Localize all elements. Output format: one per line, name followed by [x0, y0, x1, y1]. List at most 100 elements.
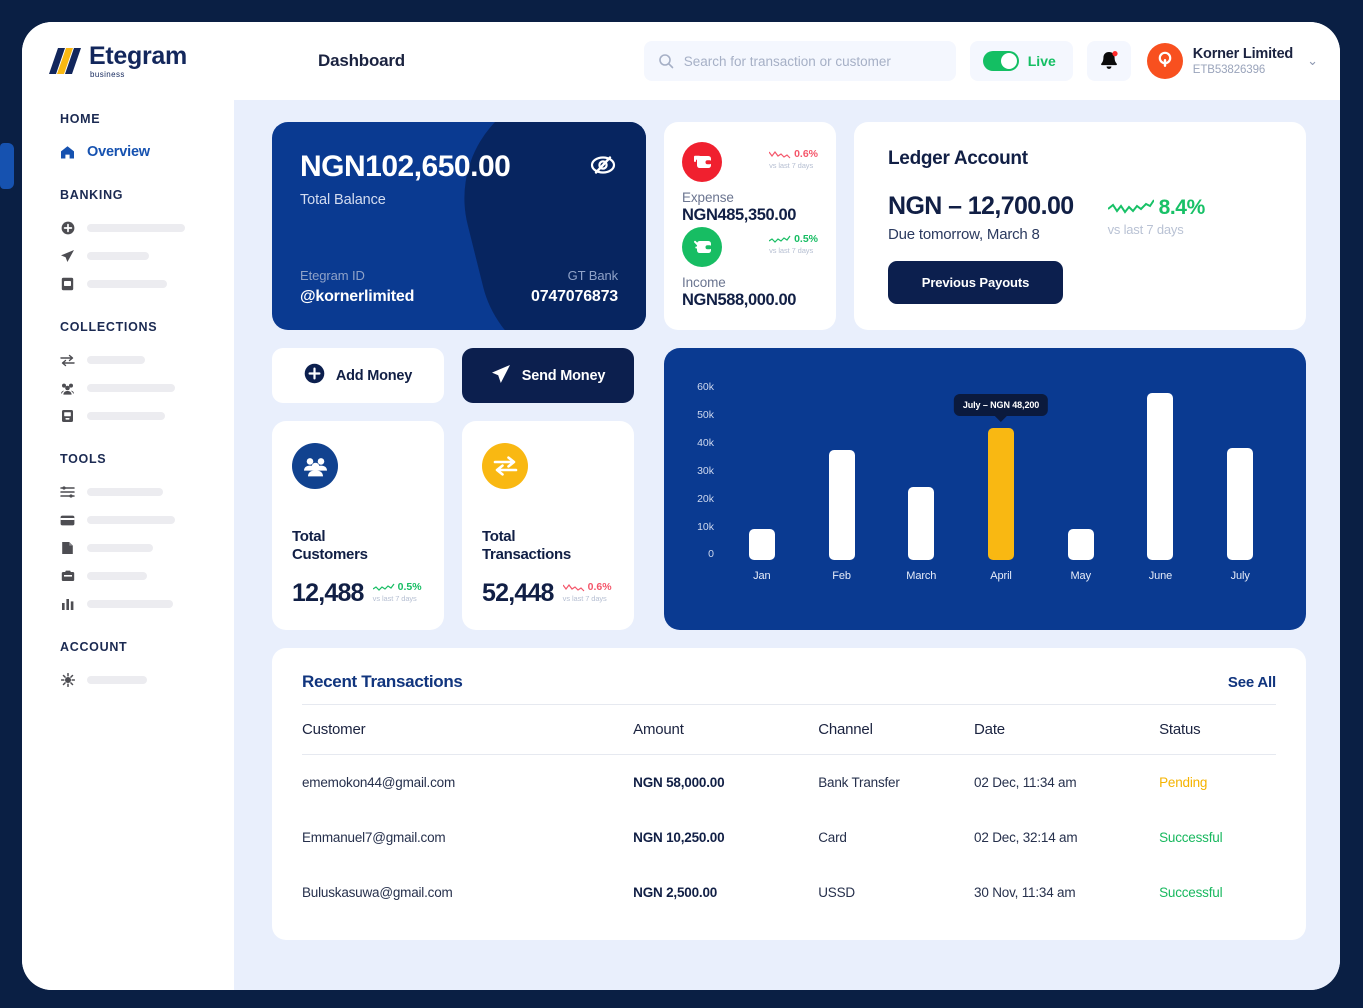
ledger-trend-pct: 8.4%	[1159, 196, 1205, 220]
chart-x-tick: July	[1200, 570, 1280, 582]
total-customers-trend-pct: 0.5%	[398, 581, 422, 593]
total-transactions-value: 52,448	[482, 579, 554, 608]
income-trend: 0.5% vs last 7 days	[769, 233, 818, 255]
cell-channel: USSD	[818, 865, 974, 920]
notifications-button[interactable]	[1087, 41, 1131, 81]
sidebar-item-split[interactable]	[60, 478, 234, 506]
ledger-amount: NGN – 12,700.00	[888, 192, 1074, 221]
card-icon	[60, 513, 75, 528]
previous-payouts-button[interactable]: Previous Payouts	[888, 261, 1063, 304]
stat-label-line2: Customers	[292, 546, 424, 565]
chart-bar[interactable]	[749, 529, 775, 560]
main-content: NGN102,650.00 Total Balance	[234, 100, 1340, 990]
table-row[interactable]: Emmanuel7@gmail.comNGN 10,250.00Card02 D…	[302, 810, 1276, 865]
nav-group-collections: COLLECTIONS	[60, 320, 234, 430]
chart-bar-column[interactable]	[1121, 382, 1201, 560]
live-mode-toggle[interactable]: Live	[970, 41, 1073, 81]
cell-date: 30 Nov, 11:34 am	[974, 865, 1159, 920]
expense-trend: 0.6% vs last 7 days	[769, 148, 818, 170]
profile-menu[interactable]: Korner Limited ETB53826396 ⌄	[1145, 43, 1318, 79]
total-customers-trend-sub: vs last 7 days	[373, 594, 417, 603]
transactions-table: Customer Amount Channel Date Status emem…	[302, 704, 1276, 920]
table-row[interactable]: ememokon44@gmail.comNGN 58,000.00Bank Tr…	[302, 755, 1276, 811]
ledger-title: Ledger Account	[888, 148, 1272, 170]
toggle-switch[interactable]	[983, 51, 1019, 71]
recent-transactions-card: Recent Transactions See All Customer Amo…	[272, 648, 1306, 940]
sidebar-item-placeholder	[87, 544, 153, 552]
chart-x-tick: Jan	[722, 570, 802, 582]
sidebar-item-statements[interactable]	[60, 270, 234, 298]
column-header-amount: Amount	[633, 705, 818, 755]
sidebar-item-customers[interactable]	[60, 374, 234, 402]
logo-name: Etegram	[89, 44, 187, 69]
chart-y-tick: 50k	[697, 410, 714, 421]
sidebar-item-invoices[interactable]	[60, 534, 234, 562]
sidebar-item-overview[interactable]: Overview	[60, 138, 234, 166]
statement-icon	[60, 277, 75, 292]
column-header-customer: Customer	[302, 705, 633, 755]
transfer-icon	[60, 353, 75, 368]
search-box[interactable]	[644, 41, 956, 81]
chart-bar-column[interactable]	[1041, 382, 1121, 560]
chart-bar[interactable]	[1147, 393, 1173, 560]
total-customers-label: Total Customers	[292, 528, 424, 566]
chart-bar[interactable]	[1227, 448, 1253, 560]
sidebar-item-placeholder	[87, 412, 165, 420]
nav-group-title: COLLECTIONS	[60, 320, 234, 334]
nav-group-title: HOME	[60, 112, 234, 126]
chart-x-tick: March	[881, 570, 961, 582]
chart-bar-column[interactable]	[722, 382, 802, 560]
chart-bar[interactable]	[988, 428, 1014, 560]
edge-tab-handle[interactable]	[0, 143, 14, 189]
chart-x-axis: JanFebMarchAprilMayJuneJuly	[722, 570, 1280, 582]
nav-group-banking: BANKING	[60, 188, 234, 298]
sidebar-item-terminals[interactable]	[60, 402, 234, 430]
sidebar-item-transfers[interactable]	[60, 346, 234, 374]
see-all-link[interactable]: See All	[1228, 674, 1276, 691]
table-row[interactable]: Buluskasuwa@gmail.comNGN 2,500.00USSD30 …	[302, 865, 1276, 920]
sidebar-item-settings[interactable]	[60, 666, 234, 694]
chevron-down-icon[interactable]: ⌄	[1307, 53, 1318, 69]
trend-up-sparkline-icon	[373, 583, 395, 592]
sidebar-item-reports[interactable]	[60, 590, 234, 618]
chart-bar-column[interactable]	[1200, 382, 1280, 560]
etegram-id-value: @kornerlimited	[300, 288, 414, 306]
trend-up-sparkline-icon	[769, 235, 791, 244]
chart-bar[interactable]	[1068, 529, 1094, 560]
sidebar-item-cards[interactable]	[60, 506, 234, 534]
exchange-arrows-icon	[482, 443, 528, 489]
ledger-account-card: Ledger Account NGN – 12,700.00 Due tomor…	[854, 122, 1306, 330]
cell-channel: Card	[818, 810, 974, 865]
reports-icon	[60, 597, 75, 612]
chart-x-tick: May	[1041, 570, 1121, 582]
sidebar-item-payroll[interactable]	[60, 562, 234, 590]
cell-amount: NGN 2,500.00	[633, 865, 818, 920]
chart-bar-column[interactable]	[881, 382, 961, 560]
avatar	[1147, 43, 1183, 79]
search-input[interactable]	[684, 54, 942, 69]
chart-plot-area: JanFebMarchAprilMayJuneJuly July – NGN 4…	[722, 370, 1280, 614]
send-money-button[interactable]: Send Money	[462, 348, 634, 403]
bank-name-label: GT Bank	[568, 268, 618, 283]
brand-logo[interactable]: Etegram business	[48, 44, 260, 79]
total-transactions-label: Total Transactions	[482, 528, 614, 566]
chart-bar-column[interactable]	[802, 382, 882, 560]
sidebar-item-add-money[interactable]	[60, 214, 234, 242]
sidebar-item-placeholder	[87, 676, 147, 684]
chart-bar[interactable]	[829, 450, 855, 560]
chart-x-tick: Feb	[802, 570, 882, 582]
wallet-out-icon	[682, 142, 722, 182]
income-label: Income	[682, 275, 818, 290]
eye-slash-icon[interactable]	[588, 150, 618, 185]
total-transactions-card: Total Transactions 52,448	[462, 421, 634, 630]
income-value: NGN588,000.00	[682, 291, 818, 310]
sidebar-item-send-money[interactable]	[60, 242, 234, 270]
add-money-button[interactable]: Add Money	[272, 348, 444, 403]
chart-bar[interactable]	[908, 487, 934, 560]
cell-date: 02 Dec, 32:14 am	[974, 810, 1159, 865]
table-header-row: Customer Amount Channel Date Status	[302, 705, 1276, 755]
nav-group-home: HOME Overview	[60, 112, 234, 166]
quick-actions: Add Money Send Money	[272, 348, 646, 403]
total-customers-trend: 0.5% vs last 7 days	[373, 581, 422, 608]
customers-group-icon	[292, 443, 338, 489]
